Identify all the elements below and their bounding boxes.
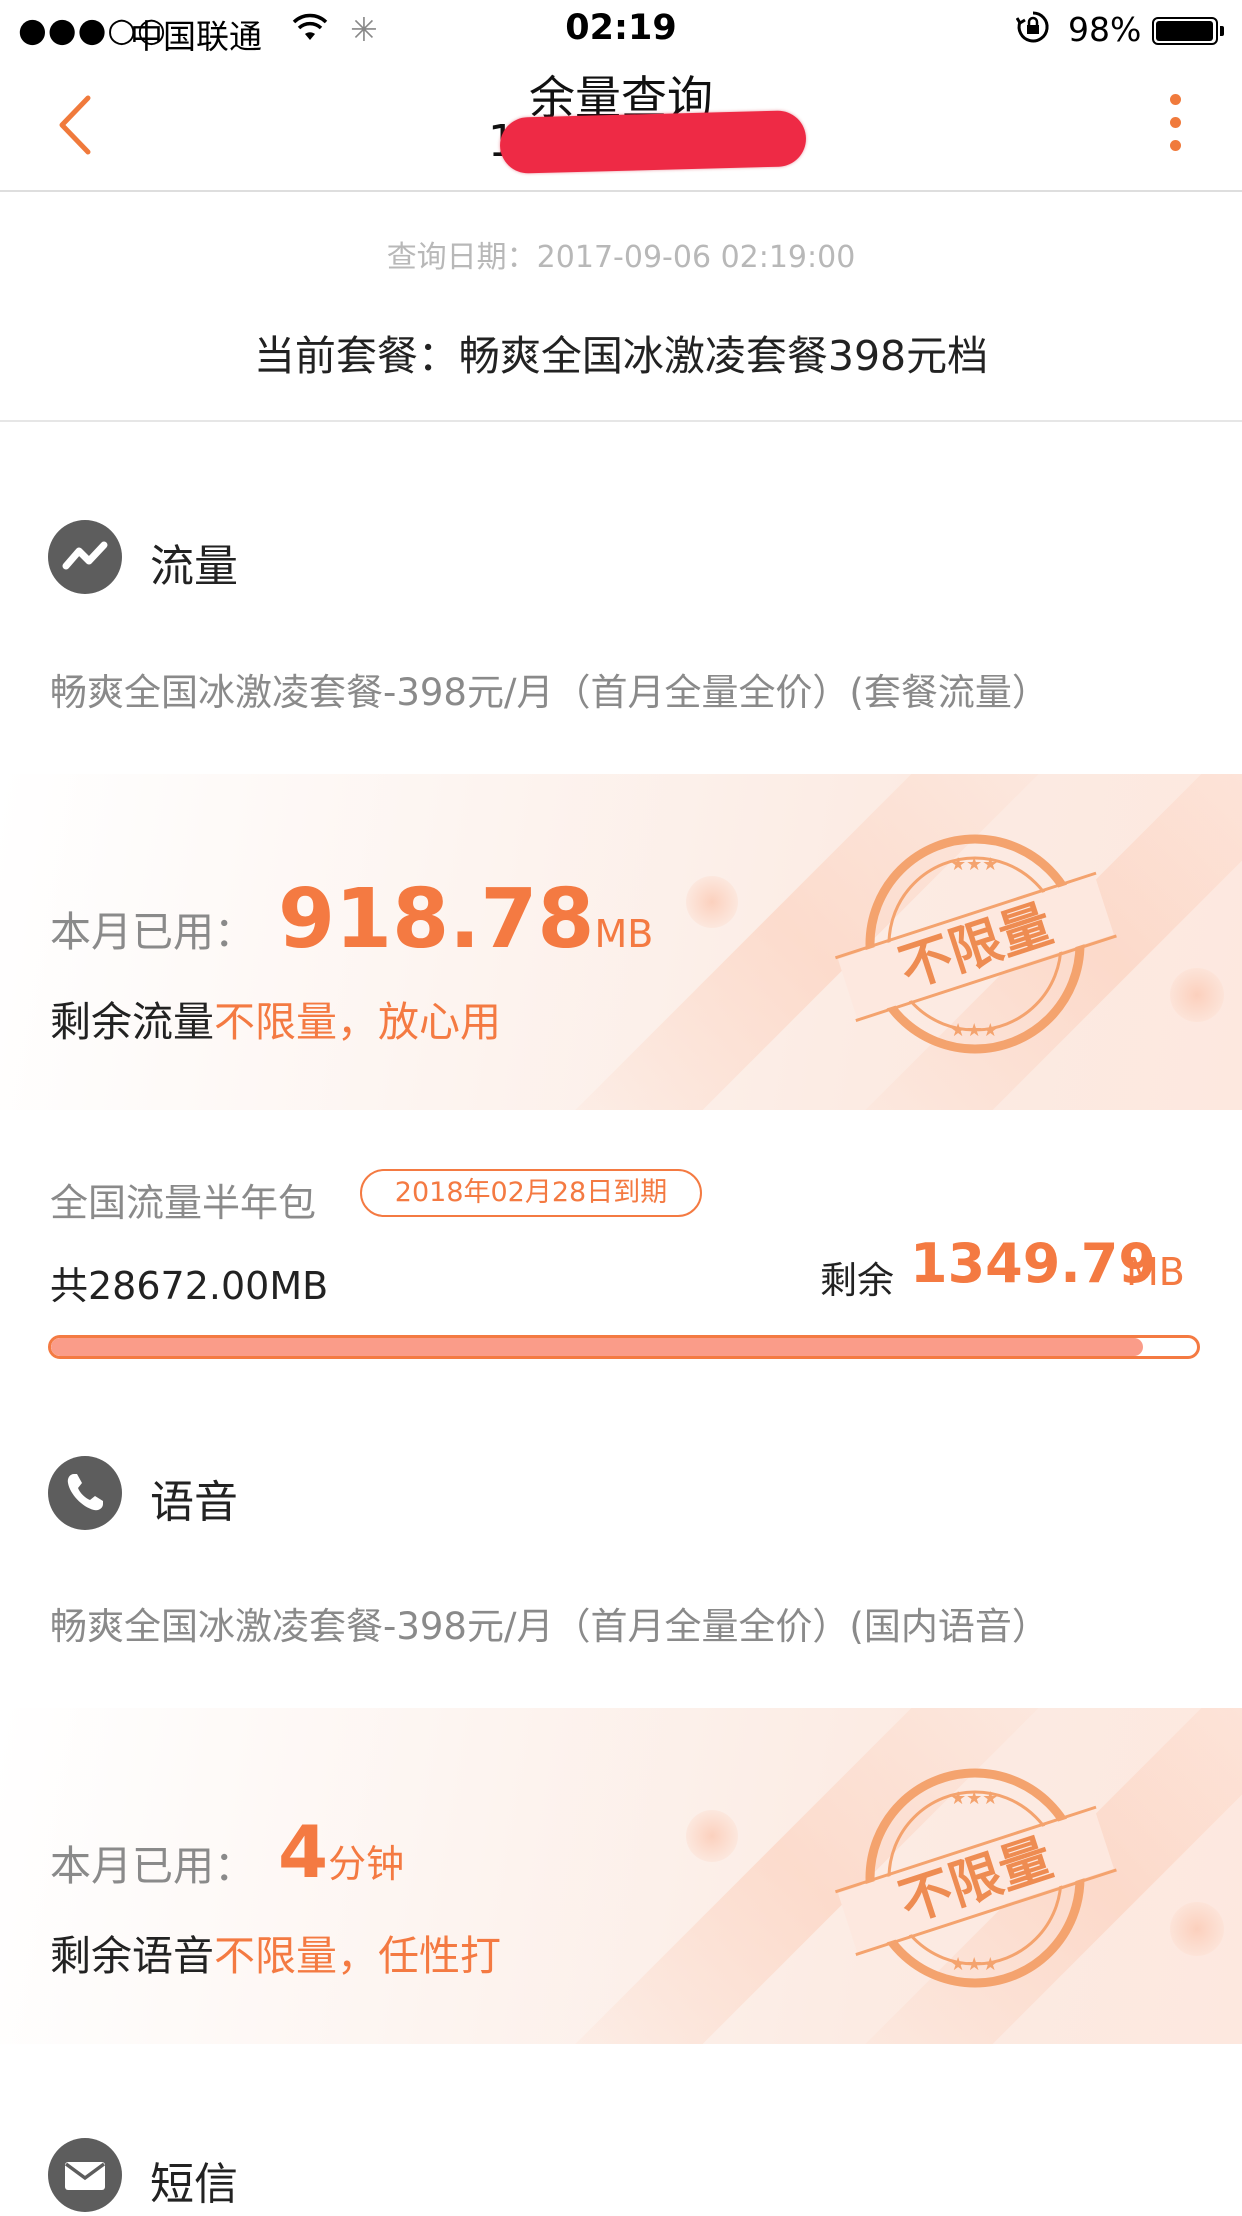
package-remain-unit: MB xyxy=(1126,1250,1185,1294)
svg-text:★★★: ★★★ xyxy=(950,1788,998,1809)
voice-remain-prefix: 剩余语音 xyxy=(50,1932,214,1980)
data-section-title: 流量 xyxy=(150,541,238,592)
voice-used-label: 本月已用： xyxy=(50,1842,255,1890)
data-remain-prefix: 剩余流量 xyxy=(50,998,214,1046)
nav-bar: 余量查询 1 xyxy=(0,60,1242,192)
data-used-number: 918.78 xyxy=(278,872,595,967)
status-bar: ●●●○○ 中国联通 ✳ 02:19 98% xyxy=(0,0,1242,60)
voice-used-number: 4 xyxy=(278,1810,329,1894)
data-remain-line: 剩余流量不限量，放心用 xyxy=(50,988,501,1048)
current-plan: 当前套餐：畅爽全国冰激凌套餐398元档 xyxy=(253,332,989,380)
package-remain-value: 1349.79 xyxy=(910,1232,1156,1295)
package-total: 共28672.00MB xyxy=(50,1264,329,1308)
phone-icon xyxy=(48,1456,122,1530)
data-used-value: 918.78MB xyxy=(278,872,653,967)
data-remain-text: 不限量，放心用 xyxy=(214,998,501,1046)
unlimited-stamp: ★★★ ★★★ 不限量 xyxy=(834,1768,1117,1988)
battery-percent: 98% xyxy=(1068,10,1142,49)
package-progress-bar xyxy=(48,1335,1200,1359)
voice-remain-line: 剩余语音不限量，任性打 xyxy=(50,1922,501,1982)
rotation-lock-icon xyxy=(1015,10,1050,52)
battery-fill xyxy=(1156,21,1213,41)
voice-used-unit: 分钟 xyxy=(328,1842,405,1886)
svg-text:★★★: ★★★ xyxy=(950,1954,998,1975)
package-expiry-badge: 2018年02月28日到期 xyxy=(360,1169,702,1217)
voice-section-title: 语音 xyxy=(150,1477,238,1528)
data-used-label: 本月已用： xyxy=(50,908,255,956)
package-progress-fill xyxy=(51,1338,1144,1356)
unlimited-stamp: ★★★ ★★★ 不限量 xyxy=(834,834,1117,1054)
more-options-button[interactable] xyxy=(1160,94,1190,158)
battery-icon xyxy=(1152,17,1224,45)
status-time: 02:19 xyxy=(565,8,677,48)
svg-text:★★★: ★★★ xyxy=(950,854,998,875)
redaction-mark xyxy=(499,110,807,174)
data-used-unit: MB xyxy=(594,912,654,956)
sms-section-title: 短信 xyxy=(150,2159,238,2210)
data-plan-description: 畅爽全国冰激凌套餐-398元/月（首月全量全价）(套餐流量） xyxy=(50,671,1049,714)
package-name: 全国流量半年包 xyxy=(50,1181,317,1225)
svg-text:★★★: ★★★ xyxy=(950,1020,998,1041)
divider xyxy=(0,420,1242,422)
voice-used-value: 4分钟 xyxy=(278,1810,404,1894)
query-date: 查询日期：2017-09-06 02:19:00 xyxy=(386,240,856,275)
voice-plan-description: 畅爽全国冰激凌套餐-398元/月（首月全量全价）(国内语音） xyxy=(50,1605,1049,1648)
stamp-text: 不限量 xyxy=(892,894,1059,999)
trend-icon xyxy=(48,520,122,594)
package-remain-label: 剩余 xyxy=(820,1259,894,1302)
envelope-icon xyxy=(48,2138,122,2212)
stamp-text: 不限量 xyxy=(892,1828,1059,1933)
voice-remain-text: 不限量，任性打 xyxy=(214,1932,501,1980)
